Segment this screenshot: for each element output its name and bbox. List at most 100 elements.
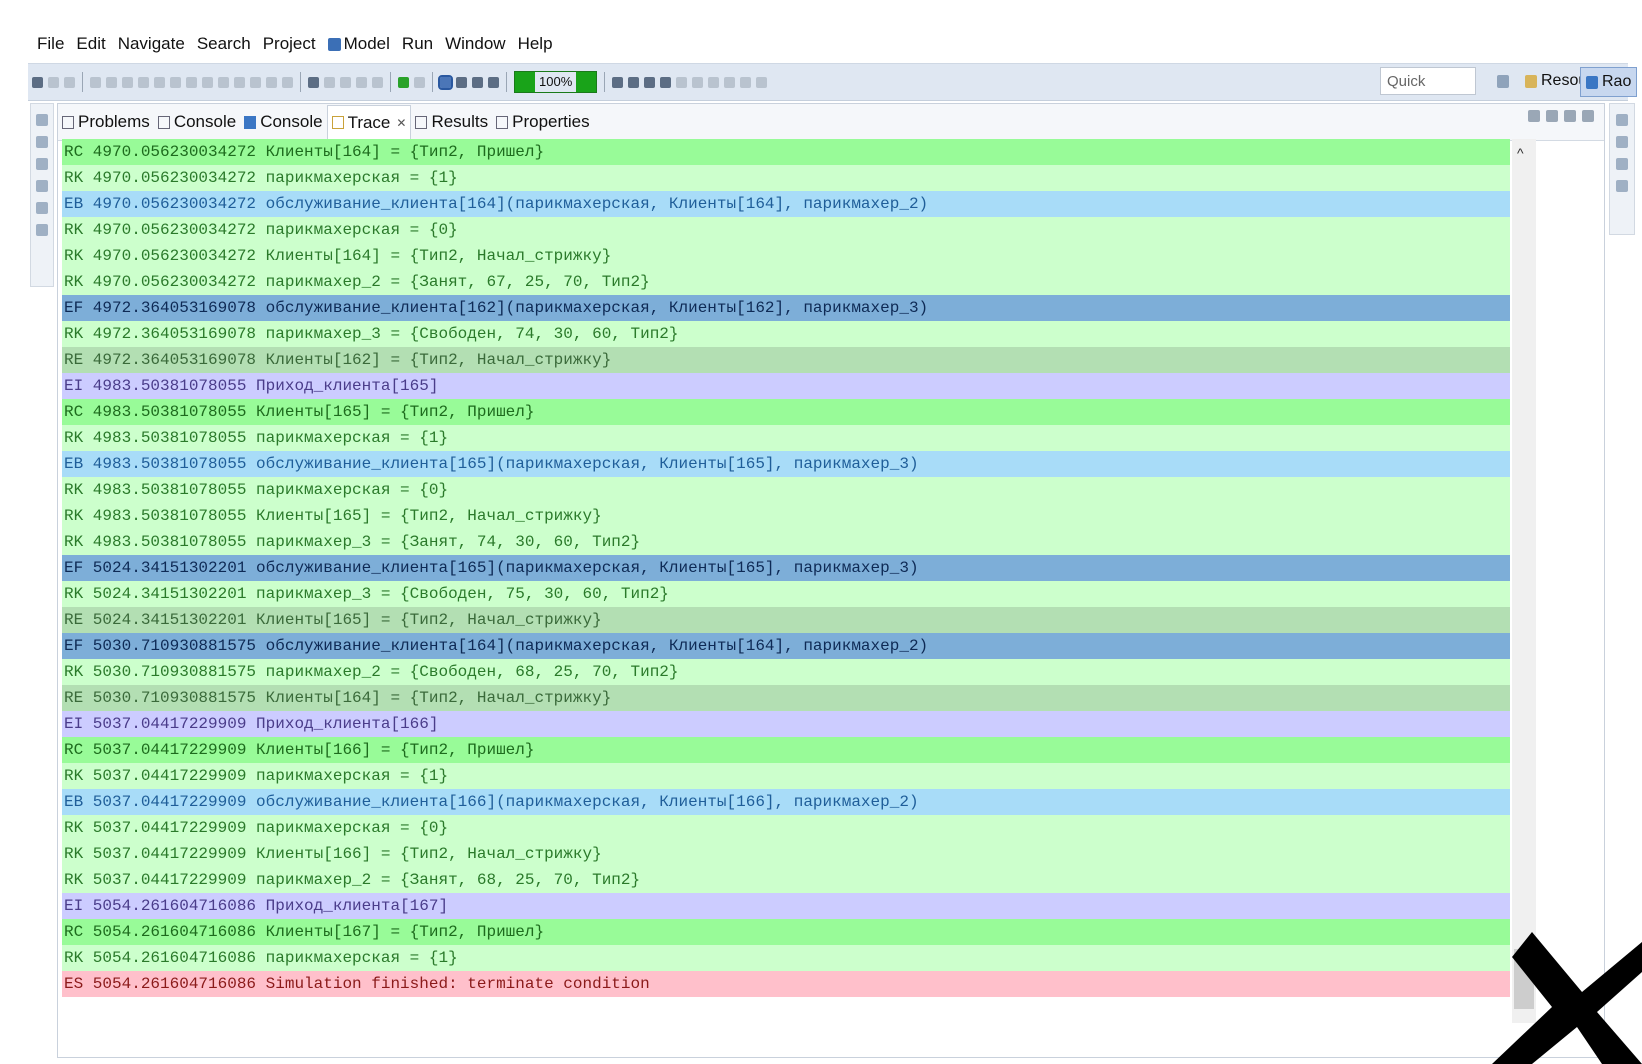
tab-rao-console[interactable]: Console [240,105,326,139]
trace-row[interactable]: EB 4983.50381078055 обслуживание_клиента… [62,451,1510,477]
zoom-in-icon[interactable] [628,76,640,88]
trace-row[interactable]: EF 4972.364053169078 обслуживание_клиент… [62,295,1510,321]
build-icon[interactable] [356,76,367,88]
menu-navigate[interactable]: Navigate [115,34,188,54]
save-all-icon[interactable] [64,76,75,88]
trace-row[interactable]: RK 4972.364053169078 парикмахер_3 = {Сво… [62,321,1510,347]
close-icon[interactable]: ✕ [396,116,406,130]
trace-row[interactable]: RK 5037.04417229909 парикмахер_2 = {Заня… [62,867,1510,893]
trace-row[interactable]: RK 5024.34151302201 парикмахер_3 = {Своб… [62,581,1510,607]
scrollbar-thumb[interactable] [1514,949,1534,1009]
forward-icon[interactable] [740,76,752,88]
trace-row[interactable]: EB 5037.04417229909 обслуживание_клиента… [62,789,1510,815]
restore-icon[interactable] [36,202,48,214]
copy-icon[interactable] [106,76,117,88]
trace-row[interactable]: RK 5037.04417229909 Клиенты[166] = {Тип2… [62,841,1510,867]
tab-console[interactable]: Console [154,105,240,139]
restore-icon[interactable] [1616,158,1628,170]
indent-icon[interactable] [202,76,213,88]
outline-view-icon[interactable] [1616,136,1628,148]
mode-fast-forward-icon[interactable] [456,76,467,88]
new-icon[interactable] [32,76,43,88]
minus-icon[interactable] [660,76,672,88]
back-icon[interactable] [724,76,736,88]
trace-row[interactable]: RC 4983.50381078055 Клиенты[165] = {Тип2… [62,399,1510,425]
run-icon[interactable] [398,76,409,88]
find-icon[interactable] [234,76,245,88]
marker-icon[interactable] [282,76,293,88]
tab-trace[interactable]: Trace ✕ [326,104,412,140]
trace-row[interactable]: EF 5024.34151302201 обслуживание_клиента… [62,555,1510,581]
undo-icon[interactable] [138,76,149,88]
trace-row[interactable]: RC 4970.056230034272 Клиенты[164] = {Тип… [62,139,1510,165]
trace-row[interactable]: EF 5030.710930881575 обслуживание_клиент… [62,633,1510,659]
trace-row[interactable]: RK 4970.056230034272 парикмахер_2 = {Зан… [62,269,1510,295]
trace-row[interactable]: RK 4983.50381078055 парикмахерская = {0} [62,477,1510,503]
trace-row[interactable]: EI 5054.261604716086 Приход_клиента[167] [62,893,1510,919]
menu-run[interactable]: Run [399,34,436,54]
replace-icon[interactable] [250,76,261,88]
tab-problems[interactable]: Problems [58,105,154,139]
comment-icon[interactable] [186,76,197,88]
trace-list[interactable]: RC 4970.056230034272 Клиенты[164] = {Тип… [62,139,1510,1023]
trace-row[interactable]: RC 5037.04417229909 Клиенты[166] = {Тип2… [62,737,1510,763]
stop-icon[interactable] [414,76,425,88]
trace-row[interactable]: RK 5037.04417229909 парикмахерская = {0} [62,815,1510,841]
trace-row[interactable]: RK 4983.50381078055 парикмахер_3 = {Заня… [62,529,1510,555]
pin-editor-icon[interactable] [756,76,768,88]
trace-row[interactable]: RC 5054.261604716086 Клиенты[167] = {Тип… [62,919,1510,945]
minimize-icon[interactable] [1564,110,1576,122]
outline-icon[interactable] [36,180,48,192]
trace-row[interactable]: RK 4983.50381078055 Клиенты[165] = {Тип2… [62,503,1510,529]
trace-row[interactable]: RE 5030.710930881575 Клиенты[164] = {Тип… [62,685,1510,711]
prev-annotation-icon[interactable] [708,76,720,88]
trace-row[interactable]: RK 4970.056230034272 Клиенты[164] = {Тип… [62,243,1510,269]
vertical-scrollbar[interactable]: ^ [1512,139,1536,1023]
trace-row[interactable]: RK 4983.50381078055 парикмахерская = {1} [62,425,1510,451]
mode-normal-icon[interactable] [472,76,483,88]
menu-window[interactable]: Window [442,34,508,54]
search-icon[interactable] [308,76,319,88]
task-list-icon[interactable] [1616,180,1628,192]
trace-row[interactable]: RK 5054.261604716086 парикмахерская = {1… [62,945,1510,971]
external-tools-icon[interactable] [340,76,351,88]
speed-control[interactable]: 100% [514,71,598,93]
menu-help[interactable]: Help [515,34,556,54]
trace-row[interactable]: EI 4983.50381078055 Приход_клиента[165] [62,373,1510,399]
zoom-out-icon[interactable] [644,76,656,88]
trace-row[interactable]: RK 5030.710930881575 парикмахер_2 = {Сво… [62,659,1510,685]
navigator-icon[interactable] [36,224,48,236]
export-trace-icon[interactable] [1546,110,1558,122]
restore-icon[interactable] [36,114,48,126]
trace-row[interactable]: EB 4970.056230034272 обслуживание_клиент… [62,191,1510,217]
open-perspective-button[interactable] [1492,67,1518,95]
restore-icon[interactable] [1616,114,1628,126]
menu-file[interactable]: File [34,34,67,54]
menu-edit[interactable]: Edit [73,34,108,54]
redo-icon[interactable] [154,76,165,88]
menu-search[interactable]: Search [194,34,254,54]
save-icon[interactable] [48,76,59,88]
project-explorer-icon[interactable] [36,136,48,148]
trace-row[interactable]: RE 5024.34151302201 Клиенты[165] = {Тип2… [62,607,1510,633]
trace-row[interactable]: RK 4970.056230034272 парикмахерская = {0… [62,217,1510,243]
trace-row[interactable]: RK 5037.04417229909 парикмахерская = {1} [62,763,1510,789]
trace-row[interactable]: RE 4972.364053169078 Клиенты[162] = {Тип… [62,347,1510,373]
next-annotation-icon[interactable] [692,76,704,88]
trace-row[interactable]: RK 4970.056230034272 парикмахерская = {1… [62,165,1510,191]
outdent-icon[interactable] [218,76,229,88]
menu-project[interactable]: Project [260,34,319,54]
trace-row[interactable]: ES 5054.261604716086 Simulation finished… [62,971,1510,997]
search-trace-icon[interactable] [1528,110,1540,122]
maximize-icon[interactable] [1582,110,1594,122]
mode-no-animation-icon[interactable] [438,74,453,90]
cut-icon[interactable] [90,76,101,88]
move-icon[interactable] [612,76,624,88]
bookmark-icon[interactable] [266,76,277,88]
quick-access-input[interactable]: Quick Access [1380,67,1476,118]
pin-icon[interactable] [372,76,383,88]
debug-icon[interactable] [324,76,335,88]
restore-icon[interactable] [36,158,48,170]
format-icon[interactable] [170,76,181,88]
tab-results[interactable]: Results [411,105,492,139]
